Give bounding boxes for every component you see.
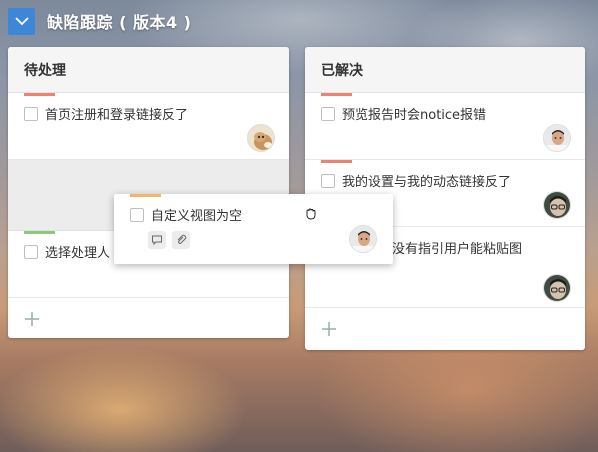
column-title: 待处理 [8,47,289,93]
task-checkbox[interactable] [24,244,38,259]
plus-icon[interactable] [319,319,339,339]
task-title: 选择处理人 [45,246,111,261]
man-avatar[interactable] [543,124,571,152]
man-avatar[interactable] [349,225,377,253]
add-card-row [8,298,289,340]
glasses-avatar[interactable] [543,274,571,302]
task-card[interactable]: 预览报告时会notice报错 [305,93,585,160]
task-card[interactable]: 首页注册和登录链接反了 [8,93,289,160]
priority-stripe [24,93,55,96]
chevron-down-icon [14,17,29,26]
cat-avatar[interactable] [247,124,275,152]
comment-button[interactable] [148,231,166,249]
glasses-avatar[interactable] [543,191,571,219]
task-checkbox[interactable] [321,173,335,188]
attachment-button[interactable] [172,231,190,249]
task-title: 首页注册和登录链接反了 [45,108,189,123]
plus-icon[interactable] [22,309,42,329]
board-menu-button[interactable] [8,7,35,35]
board-title: 缺陷跟踪 ( 版本4 ) [47,13,192,32]
priority-stripe [24,231,55,234]
column-pending: 待处理 首页注册和登录链接反了 选择处理人 [8,47,289,338]
attachment-icon [177,234,187,244]
dragging-task-card[interactable]: 自定义视图为空 [114,194,393,264]
task-title: 预览报告时会notice报错 [342,108,487,123]
comment-icon [152,235,162,246]
task-title: 自定义视图为空 [151,209,243,224]
priority-stripe [321,93,352,96]
task-checkbox[interactable] [24,106,38,121]
task-title: 我的设置与我的动态链接反了 [342,175,512,190]
task-checkbox[interactable] [130,207,144,222]
column-title: 已解决 [305,47,585,93]
priority-stripe [321,160,352,163]
priority-stripe [130,194,161,197]
task-title: 中没有指引用户能粘贴图 [379,242,523,257]
task-checkbox[interactable] [321,106,335,121]
grab-cursor-icon [306,208,316,220]
board-header: 缺陷跟踪 ( 版本4 ) [8,7,191,35]
add-card-row [305,308,585,350]
